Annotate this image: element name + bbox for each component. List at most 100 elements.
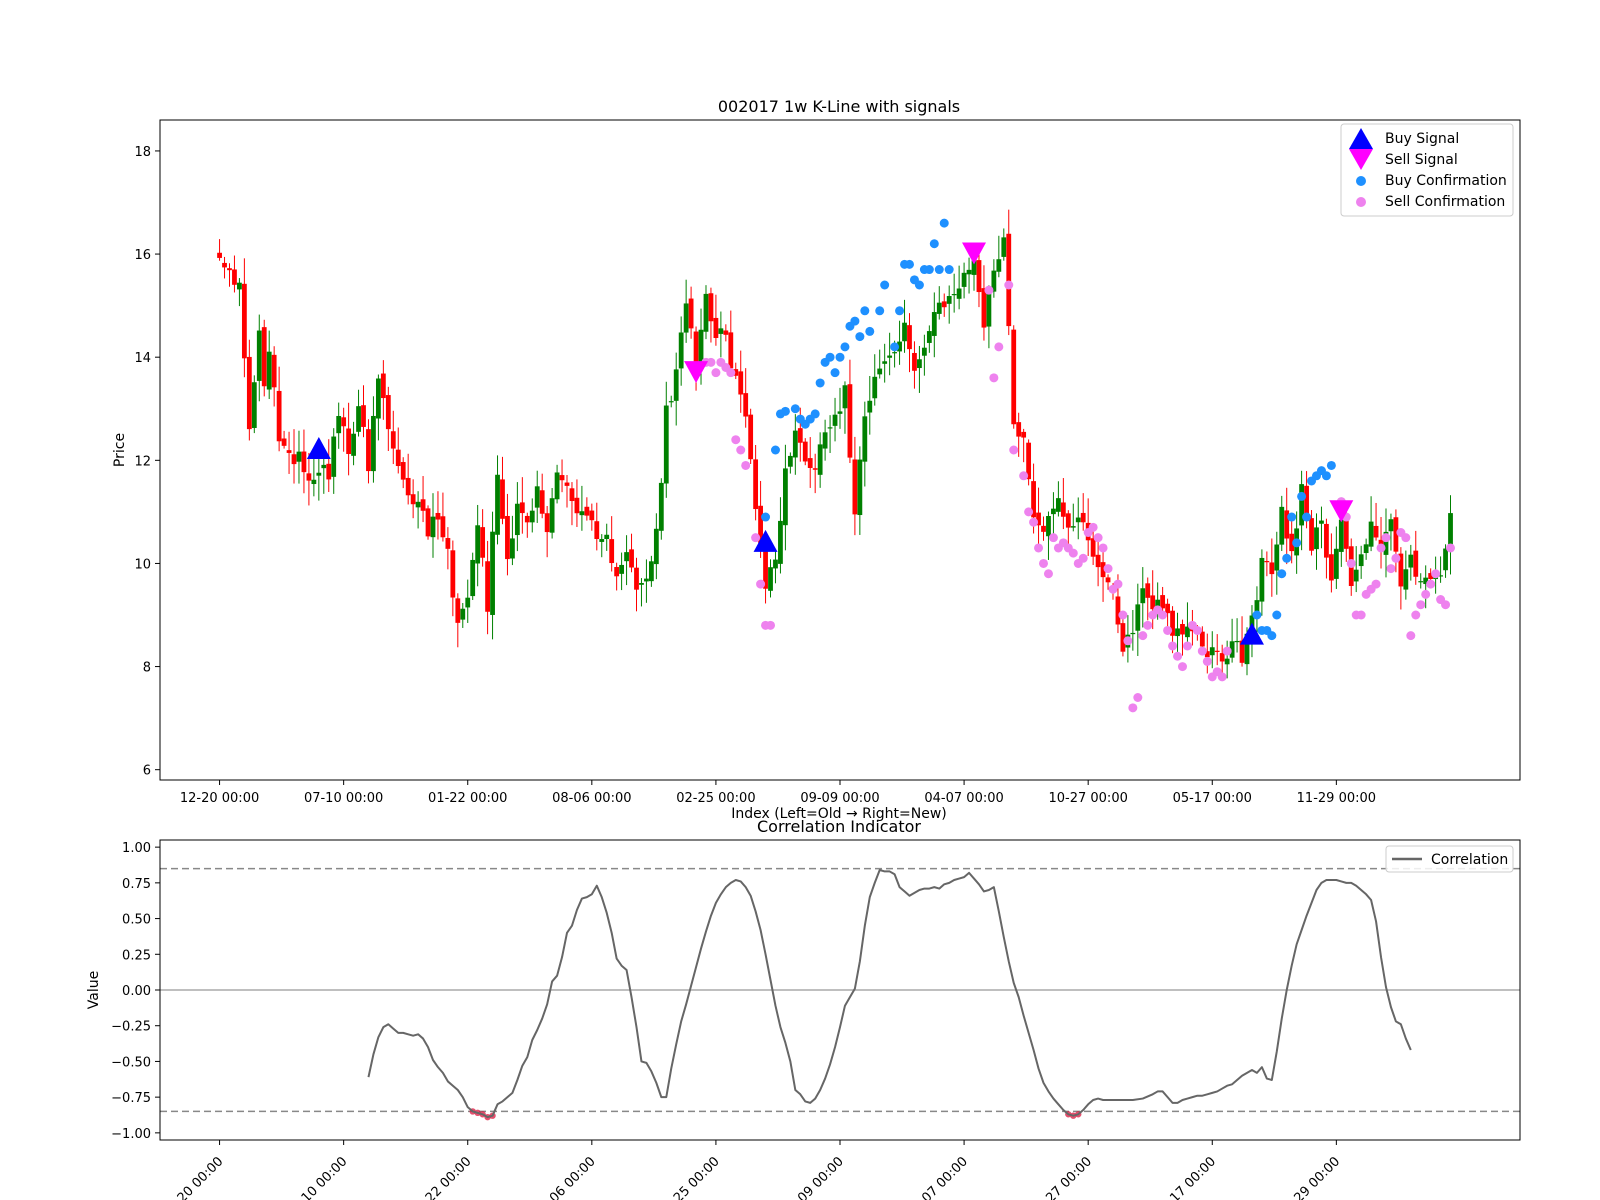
candle-body xyxy=(688,298,694,329)
candle-body xyxy=(336,415,342,434)
candle-body xyxy=(996,259,1002,272)
sell-confirmation-dot xyxy=(1048,533,1058,543)
candle-body xyxy=(921,347,927,356)
candle-body xyxy=(237,282,242,290)
sell-confirmation-dot xyxy=(1177,662,1187,672)
candle-body xyxy=(331,436,337,477)
candle-body xyxy=(1234,640,1240,643)
candle-body xyxy=(559,475,565,481)
candle-body xyxy=(539,490,545,514)
sell-confirmation-dot xyxy=(756,579,766,589)
legend-sell-confirmation-icon xyxy=(1356,197,1366,207)
buy-confirmation-dot xyxy=(761,512,771,522)
candle-body xyxy=(738,371,744,395)
candle-body xyxy=(420,499,426,511)
sell-confirmation-dot xyxy=(1138,631,1148,641)
candle xyxy=(658,478,664,540)
buy-confirmation-dot xyxy=(934,265,944,275)
candle-body xyxy=(524,515,530,523)
candle-body xyxy=(882,361,888,364)
candle xyxy=(261,319,267,397)
candle-body xyxy=(1274,544,1280,571)
sell-confirmation-dot xyxy=(736,445,746,455)
y-tick-label: 6 xyxy=(143,764,151,779)
candle-body xyxy=(1095,554,1101,568)
candle-body xyxy=(271,354,277,388)
sell-confirmation-dot xyxy=(751,533,761,543)
candle-body xyxy=(579,511,585,516)
legend-correlation-label: Correlation xyxy=(1431,852,1508,868)
sell-confirmation-dot xyxy=(1039,558,1049,568)
candle-body xyxy=(316,472,322,476)
buy-confirmation-dot xyxy=(860,306,870,316)
buy-confirmation-dot xyxy=(1287,512,1297,522)
buy-confirmation-dot xyxy=(880,280,890,290)
candle-body xyxy=(519,502,525,514)
buy-confirmation-dot xyxy=(825,352,835,362)
candle-body xyxy=(266,351,272,390)
candle-body xyxy=(658,482,664,531)
candle-body xyxy=(787,455,793,467)
candle-body xyxy=(1443,548,1448,571)
y-tick-label: −0.25 xyxy=(111,1020,151,1035)
candle-body xyxy=(837,411,843,414)
candle-body xyxy=(395,449,401,467)
candle-body xyxy=(584,506,590,516)
candle-body xyxy=(375,378,381,419)
sell-confirmation-dot xyxy=(1103,564,1113,574)
sell-confirmation-dot xyxy=(1088,522,1098,532)
candle-body xyxy=(773,559,778,569)
candle-body xyxy=(455,598,461,623)
sell-confirmation-dot xyxy=(1202,656,1212,666)
candle-body xyxy=(1130,632,1136,635)
candle-body xyxy=(1388,519,1394,532)
sell-confirmation-dot xyxy=(741,460,751,470)
candle-body xyxy=(356,406,361,432)
candle-body xyxy=(1006,233,1012,327)
candle-body xyxy=(981,288,987,328)
y-tick-label: 0.25 xyxy=(122,948,151,963)
candle-body xyxy=(912,352,917,371)
candle-body xyxy=(1175,628,1180,637)
sell-confirmation-dot xyxy=(1173,651,1183,661)
buy-confirmation-dot xyxy=(895,306,905,316)
kline-legend: Buy Signal Sell Signal Buy Confirmation … xyxy=(1340,123,1514,217)
candle-body xyxy=(847,384,853,458)
sell-confirmation-dot xyxy=(1078,553,1088,563)
candle-body xyxy=(961,272,967,287)
candle-body xyxy=(941,301,947,308)
sell-confirmation-dot xyxy=(1426,579,1436,589)
legend-buy-confirmation-icon xyxy=(1356,176,1366,186)
sell-confirmation-dot xyxy=(731,435,741,445)
candle-body xyxy=(713,317,719,339)
sell-confirmation-dot xyxy=(1421,589,1431,599)
buy-confirmation-dot xyxy=(830,368,840,378)
candle-body xyxy=(723,330,729,335)
buy-confirmation-dot xyxy=(924,265,934,275)
sell-confirmation-dot xyxy=(984,285,994,295)
candle-body xyxy=(862,416,868,462)
candle-body xyxy=(1269,562,1275,575)
candle-body xyxy=(604,534,610,540)
candle-body xyxy=(435,512,441,520)
sell-confirmation-dot xyxy=(1416,600,1426,610)
candle-body xyxy=(812,468,818,470)
sell-confirmation-dot xyxy=(1391,553,1401,563)
sell-confirmation-dot xyxy=(1118,610,1128,620)
candle-body xyxy=(817,444,823,475)
candle-body xyxy=(1011,329,1017,425)
sell-confirmation-dot xyxy=(1098,543,1108,553)
candle-body xyxy=(668,401,674,403)
y-tick-label: −0.75 xyxy=(111,1091,151,1106)
candle-body xyxy=(976,260,982,293)
sell-confirmation-dot xyxy=(1386,564,1396,574)
buy-confirmation-dot xyxy=(770,445,780,455)
sell-confirmation-dot xyxy=(1431,569,1441,579)
buy-confirmation-dot xyxy=(815,378,825,388)
candle-body xyxy=(648,561,654,582)
figure: 002017 1w K-Line with signals 6 8 10 12 14 16… xyxy=(0,0,1600,1200)
candle-body xyxy=(465,597,471,608)
candle-body xyxy=(425,508,431,537)
candle-body xyxy=(907,325,912,350)
candle-body xyxy=(644,578,649,582)
